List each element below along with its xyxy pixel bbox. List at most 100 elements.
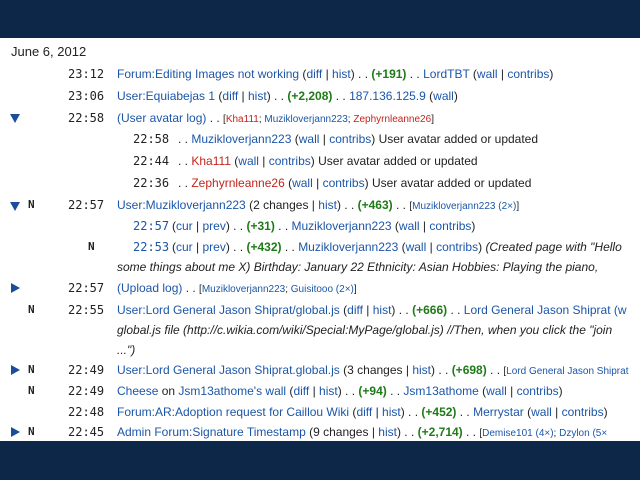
change-time-link[interactable]: 22:53 <box>133 237 169 257</box>
contribs-link[interactable]: contribs <box>269 154 311 168</box>
wall-link[interactable]: wall <box>238 154 259 168</box>
top-band <box>0 0 640 38</box>
diff-link[interactable]: diff <box>306 67 322 81</box>
change-line: . . Zephyrnleanne26 (wall | contribs) Us… <box>178 176 532 190</box>
contribs-link[interactable]: contribs <box>517 384 559 398</box>
user-link[interactable]: Muzikloverjann223 <box>202 284 285 295</box>
wall-link[interactable]: wall <box>299 132 320 146</box>
user-link[interactable]: Kha111 <box>226 114 259 125</box>
user-link[interactable]: Lord General Jason Shiprat (w <box>464 303 627 317</box>
log-link[interactable]: (Upload log) <box>117 281 182 295</box>
change-line: User:Lord General Jason Shiprat/global.j… <box>117 303 627 317</box>
collapse-arrow-icon[interactable] <box>10 114 20 123</box>
contribs-link[interactable]: contribs <box>562 405 604 419</box>
cur-link[interactable]: cur <box>176 240 193 254</box>
change-time-link[interactable]: 22:57 <box>133 216 169 236</box>
hist-link[interactable]: hist <box>319 384 338 398</box>
page-link[interactable]: User:Lord General Jason Shiprat/global.j… <box>117 303 340 317</box>
user-link[interactable]: Zephyrnleanne26 <box>191 176 284 190</box>
change-row: 22:48 Forum:AR:Adoption request for Cail… <box>0 402 640 422</box>
size-delta: (+2,208) <box>287 89 333 103</box>
change-row: N 22:49 Cheese on Jsm13athome's wall (di… <box>0 381 640 401</box>
change-line: (cur | prev) . . (+432) . . Muzikloverja… <box>172 240 622 254</box>
wall-link[interactable]: wall <box>486 384 507 398</box>
expand-arrow-icon[interactable] <box>11 427 20 437</box>
user-link[interactable]: LordTBT <box>423 67 469 81</box>
diff-link[interactable]: diff <box>293 384 309 398</box>
wall-link[interactable]: wall <box>477 67 498 81</box>
collapse-arrow-icon[interactable] <box>10 202 20 211</box>
hist-link[interactable]: hist <box>382 405 401 419</box>
change-time: 22:57 <box>68 281 105 295</box>
size-delta: (+191) <box>371 67 407 81</box>
user-link[interactable]: Muzikloverjann223 <box>264 114 347 125</box>
change-time: 22:36 <box>133 176 170 190</box>
hist-link[interactable]: hist <box>378 425 397 439</box>
wall-link[interactable]: wall <box>531 405 552 419</box>
user-link[interactable]: Merrystar <box>473 405 524 419</box>
page-link[interactable]: Cheese <box>117 384 158 398</box>
page-link[interactable]: Forum:Editing Images not working <box>117 67 299 81</box>
change-time: 22:44 <box>133 154 170 168</box>
change-subrow: 22:58 . . Muzikloverjann223 (wall | cont… <box>0 129 640 149</box>
contribs-link[interactable]: contribs <box>507 67 549 81</box>
changes-count: 2 changes <box>253 198 309 212</box>
user-link[interactable]: Muzikloverjann223 <box>298 240 398 254</box>
change-subrow: N 22:53 (cur | prev) . . (+432) . . Muzi… <box>0 237 640 257</box>
log-link[interactable]: (User avatar log) <box>117 111 206 125</box>
change-line: User:Equiabejas 1 (diff | hist) . . (+2,… <box>117 89 458 103</box>
hist-link[interactable]: hist <box>318 198 337 212</box>
page-link[interactable]: Forum:AR:Adoption request for Caillou Wi… <box>117 405 349 419</box>
wall-link[interactable]: wall <box>292 176 313 190</box>
prev-link[interactable]: prev <box>202 219 225 233</box>
prev-link[interactable]: prev <box>202 240 225 254</box>
hist-link[interactable]: hist <box>248 89 267 103</box>
change-line: Cheese on Jsm13athome's wall (diff | his… <box>117 384 563 398</box>
change-line: . . Muzikloverjann223 (wall | contribs) … <box>178 132 539 146</box>
change-row-cont: ...") <box>0 340 640 360</box>
contribs-link[interactable]: contribs <box>436 240 478 254</box>
contribs-link[interactable]: contribs <box>323 176 365 190</box>
hist-link[interactable]: hist <box>412 363 431 377</box>
user-link[interactable]: Zephyrnleanne26 <box>353 114 431 125</box>
new-page-flag: N <box>88 240 95 253</box>
change-time: 22:58 <box>133 132 170 146</box>
page-link[interactable]: User:Equiabejas 1 <box>117 89 215 103</box>
hist-link[interactable]: hist <box>373 303 392 317</box>
contribs-link[interactable]: contribs <box>429 219 471 233</box>
diff-link[interactable]: diff <box>222 89 238 103</box>
diff-link[interactable]: diff <box>347 303 363 317</box>
user-link[interactable]: Muzikloverjann223 <box>292 219 392 233</box>
wall-link[interactable]: wall <box>399 219 420 233</box>
user-link[interactable]: Jsm13athome <box>403 384 478 398</box>
edit-summary: global.js file (http://c.wikia.com/wiki/… <box>117 323 613 337</box>
change-line: Forum:AR:Adoption request for Caillou Wi… <box>117 405 608 419</box>
size-delta: (+94) <box>358 384 387 398</box>
user-link[interactable]: Kha111 <box>191 154 231 168</box>
user-link[interactable]: Demise101 (4×) <box>482 428 553 439</box>
change-line: . . Kha111 (wall | contribs) User avatar… <box>178 154 478 168</box>
expand-arrow-icon[interactable] <box>11 283 20 293</box>
page-link[interactable]: Admin Forum:Signature Timestamp <box>117 425 306 439</box>
expand-arrow-icon[interactable] <box>11 365 20 375</box>
on-label: on <box>161 384 176 398</box>
page-link[interactable]: User:Lord General Jason Shiprat.global.j… <box>117 363 340 377</box>
user-link[interactable]: Guisitooo (2×) <box>291 284 354 295</box>
change-line: (User avatar log) . . [Kha111; Muziklove… <box>117 111 434 125</box>
wall-link[interactable]: wall <box>433 89 454 103</box>
change-row-group: N 22:45 Admin Forum:Signature Timestamp … <box>0 422 640 441</box>
user-link[interactable]: Dzylon (5× <box>559 428 607 439</box>
user-link[interactable]: 187.136.125.9 <box>349 89 426 103</box>
hist-link[interactable]: hist <box>332 67 351 81</box>
change-line: (Upload log) . . [Muzikloverjann223; Gui… <box>117 281 357 295</box>
user-link[interactable]: Muzikloverjann223 <box>191 132 291 146</box>
change-row-cont: global.js file (http://c.wikia.com/wiki/… <box>0 320 640 340</box>
user-link[interactable]: Muzikloverjann223 (2×) <box>412 201 516 212</box>
diff-link[interactable]: diff <box>356 405 372 419</box>
page-link[interactable]: User:Muzikloverjann223 <box>117 198 246 212</box>
contribs-link[interactable]: contribs <box>329 132 371 146</box>
user-link[interactable]: Lord General Jason Shiprat <box>506 366 628 377</box>
wall-link[interactable]: wall <box>406 240 427 254</box>
wall-page-link[interactable]: Jsm13athome's wall <box>178 384 286 398</box>
cur-link[interactable]: cur <box>176 219 193 233</box>
